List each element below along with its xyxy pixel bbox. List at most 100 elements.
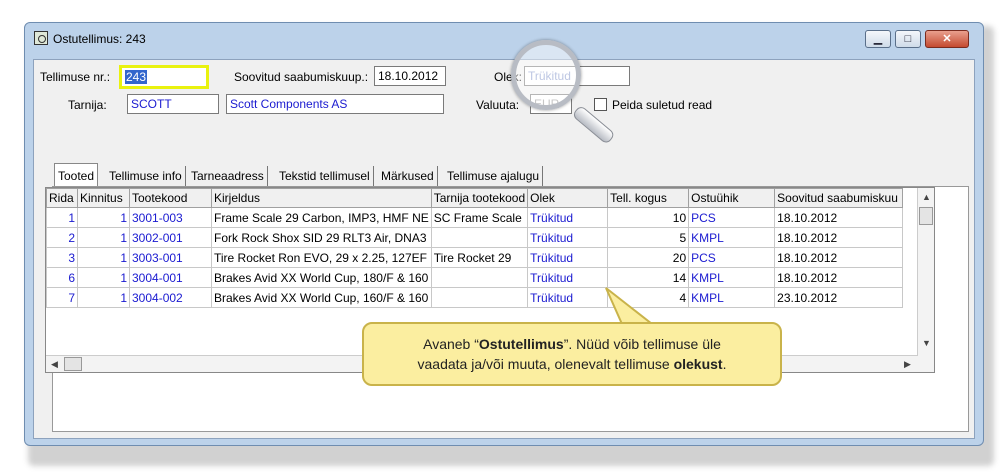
cell-tarnija-tootekood[interactable]: SC Frame Scale (430, 207, 529, 228)
cell-ostuuhik[interactable]: KMPL (688, 227, 776, 248)
cell-kogus[interactable]: 5 (607, 227, 690, 248)
cell-tarnija-tootekood[interactable] (430, 287, 529, 308)
cell-saabumiskuup[interactable]: 18.10.2012 (774, 267, 904, 288)
vertical-scrollbar[interactable]: ▲ ▼ (917, 188, 934, 372)
app-icon (34, 31, 48, 45)
cell-rida[interactable]: 6 (46, 267, 78, 288)
cell-tootekood[interactable]: 3004-002 (129, 287, 212, 308)
table-row[interactable]: 1 1 3001-003 Frame Scale 29 Carbon, IMP3… (46, 207, 904, 228)
cell-kogus[interactable]: 20 (607, 247, 690, 268)
tab-markused[interactable]: Märkused (378, 166, 438, 186)
column-header[interactable]: Soovitud saabumiskuu (774, 188, 904, 208)
cell-olek[interactable]: Trükitud (527, 247, 609, 268)
scroll-down-icon[interactable]: ▼ (922, 338, 931, 348)
hide-closed-label: Peida suletud read (612, 98, 713, 112)
table-row[interactable]: 3 1 3003-001 Tire Rocket Ron EVO, 29 x 2… (46, 247, 904, 268)
cell-saabumiskuup[interactable]: 18.10.2012 (774, 247, 904, 268)
column-header[interactable]: Tootekood (129, 188, 212, 208)
cell-tootekood[interactable]: 3001-003 (129, 207, 212, 228)
cell-kogus[interactable]: 14 (607, 267, 690, 288)
magnifier-lens-icon (511, 40, 581, 110)
cell-saabumiskuup[interactable]: 18.10.2012 (774, 227, 904, 248)
window-title: Ostutellimus: 243 (53, 32, 146, 46)
cell-kogus[interactable]: 10 (607, 207, 690, 228)
callout-text: . (722, 356, 727, 372)
column-header[interactable]: Kirjeldus (211, 188, 432, 208)
arrival-date-field[interactable]: 18.10.2012 (374, 66, 446, 86)
cell-olek[interactable]: Trükitud (527, 287, 609, 308)
cell-kirjeldus[interactable]: Brakes Avid XX World Cup, 160/F & 160 (211, 287, 432, 308)
column-header[interactable]: Tell. kogus (607, 188, 690, 208)
cell-tarnija-tootekood[interactable]: Tire Rocket 29 (430, 247, 529, 268)
cell-saabumiskuup[interactable]: 18.10.2012 (774, 207, 904, 228)
cell-kinnitus[interactable]: 1 (77, 287, 130, 308)
cell-olek[interactable]: Trükitud (527, 227, 609, 248)
cell-rida[interactable]: 3 (46, 247, 78, 268)
tab-tekstid-tellimusel[interactable]: Tekstid tellimusel (276, 166, 374, 186)
cell-kinnitus[interactable]: 1 (77, 267, 130, 288)
minimize-button[interactable]: ▁ (865, 30, 891, 48)
scroll-right-icon[interactable]: ▶ (904, 359, 911, 370)
supplier-label: Tarnija: (68, 98, 107, 112)
scroll-up-icon[interactable]: ▲ (922, 192, 931, 202)
grid-header-row: Rida Kinnitus Tootekood Kirjeldus Tarnij… (46, 188, 904, 208)
callout-tail (605, 287, 655, 325)
callout-bold-text: Ostutellimus (478, 336, 564, 352)
order-nr-label: Tellimuse nr.: (40, 70, 111, 84)
cell-kirjeldus[interactable]: Frame Scale 29 Carbon, IMP3, HMF NE (211, 207, 432, 228)
tab-tarneaadress[interactable]: Tarneaadress (188, 166, 268, 186)
cell-kirjeldus[interactable]: Tire Rocket Ron EVO, 29 x 2.25, 127EF (211, 247, 432, 268)
supplier-code-field[interactable]: SCOTT (127, 94, 219, 114)
cell-tarnija-tootekood[interactable] (430, 227, 529, 248)
table-row[interactable]: 2 1 3002-001 Fork Rock Shox SID 29 RLT3 … (46, 227, 904, 248)
cell-ostuuhik[interactable]: PCS (688, 207, 776, 228)
cell-rida[interactable]: 7 (46, 287, 78, 308)
scroll-left-icon[interactable]: ◀ (51, 359, 58, 370)
cell-ostuuhik[interactable]: KMPL (688, 267, 776, 288)
products-table: Rida Kinnitus Tootekood Kirjeldus Tarnij… (46, 188, 904, 308)
tab-tellimuse-ajalugu[interactable]: Tellimuse ajalugu (444, 166, 544, 186)
horizontal-scroll-thumb[interactable] (64, 357, 82, 371)
cell-kinnitus[interactable]: 1 (77, 207, 130, 228)
cell-kinnitus[interactable]: 1 (77, 247, 130, 268)
vertical-scroll-thumb[interactable] (919, 207, 933, 225)
column-header[interactable]: Tarnija tootekood (430, 188, 529, 208)
close-button[interactable]: ✕ (925, 30, 969, 48)
cell-tarnija-tootekood[interactable] (430, 267, 529, 288)
cell-saabumiskuup[interactable]: 23.10.2012 (774, 287, 904, 308)
column-header[interactable]: Olek (527, 188, 609, 208)
cell-tootekood[interactable]: 3002-001 (129, 227, 212, 248)
supplier-name-field[interactable]: Scott Components AS (226, 94, 444, 114)
table-row[interactable]: 6 1 3004-001 Brakes Avid XX World Cup, 1… (46, 267, 904, 288)
callout-text: vaadata ja/või muuta, olenevalt tellimus… (417, 356, 674, 372)
tab-tellimuse-info[interactable]: Tellimuse info (106, 166, 186, 186)
cell-kirjeldus[interactable]: Fork Rock Shox SID 29 RLT3 Air, DNA3 (211, 227, 432, 248)
cell-ostuuhik[interactable]: PCS (688, 247, 776, 268)
cell-rida[interactable]: 2 (46, 227, 78, 248)
arrival-date-label: Soovitud saabumiskuup.: (234, 70, 369, 84)
table-row[interactable]: 7 1 3004-002 Brakes Avid XX World Cup, 1… (46, 287, 904, 308)
hide-closed-checkbox[interactable] (594, 98, 607, 111)
tooltip-callout: Avaneb “Ostutellimus”. Nüüd võib tellimu… (362, 322, 782, 386)
cell-kinnitus[interactable]: 1 (77, 227, 130, 248)
order-nr-value: 243 (125, 70, 148, 84)
cell-kirjeldus[interactable]: Brakes Avid XX World Cup, 180/F & 160 (211, 267, 432, 288)
title-bar[interactable]: Ostutellimus: 243 ▁ □ ✕ (25, 23, 983, 51)
cell-ostuuhik[interactable]: KMPL (688, 287, 776, 308)
column-header[interactable]: Rida (46, 188, 78, 208)
cell-olek[interactable]: Trükitud (527, 207, 609, 228)
callout-text: Avaneb “ (423, 336, 479, 352)
currency-label: Valuuta: (476, 98, 520, 112)
column-header[interactable]: Ostuühik (688, 188, 776, 208)
callout-bold-text: olekust (673, 356, 723, 372)
maximize-button[interactable]: □ (895, 30, 921, 48)
callout-text: ”. Nüüd võib tellimuse üle (563, 336, 721, 352)
callout-tail-shape (605, 287, 655, 325)
order-nr-field[interactable]: 243 (119, 65, 209, 89)
cell-rida[interactable]: 1 (46, 207, 78, 228)
cell-tootekood[interactable]: 3004-001 (129, 267, 212, 288)
cell-tootekood[interactable]: 3003-001 (129, 247, 212, 268)
cell-olek[interactable]: Trükitud (527, 267, 609, 288)
tab-tooted[interactable]: Tooted (54, 163, 99, 188)
column-header[interactable]: Kinnitus (77, 188, 130, 208)
